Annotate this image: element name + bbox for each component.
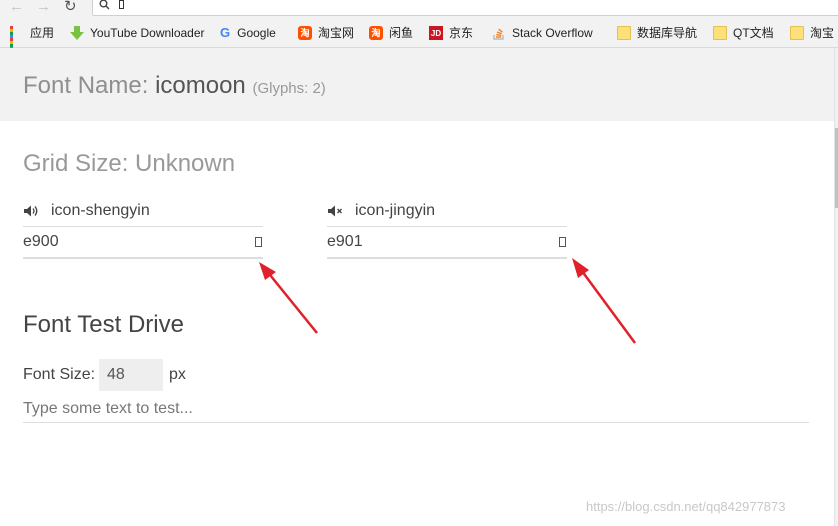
- glyph-card: icon-shengyin e900: [23, 196, 263, 259]
- mute-speaker-icon: [328, 205, 342, 217]
- forward-arrow-icon[interactable]: →: [36, 0, 51, 14]
- glyph-code: e901: [327, 233, 363, 250]
- bookmark-label: 闲鱼: [389, 26, 414, 40]
- red-arrow-icon: [259, 262, 318, 334]
- glyph-preview-icon: [559, 237, 566, 247]
- bookmark-label: 淘宝: [810, 26, 835, 40]
- red-arrow-icon: [572, 258, 637, 344]
- bookmark-label: 应用: [30, 26, 55, 40]
- bookmark-stackoverflow[interactable]: Stack Overflow: [492, 17, 593, 48]
- search-icon: [99, 0, 110, 10]
- bookmark-jd[interactable]: JD 京东: [429, 17, 473, 48]
- glyph-count: (Glyphs: 2): [252, 80, 326, 97]
- glyph-name: icon-shengyin: [51, 202, 150, 219]
- taobao-icon: 淘: [298, 25, 312, 40]
- font-name-label: Font Name:: [23, 72, 149, 99]
- bookmark-label: QT文档: [733, 26, 774, 40]
- glyph-preview-icon: [255, 237, 262, 247]
- bookmark-qt-docs[interactable]: QT文档: [713, 17, 774, 48]
- font-size-label: Font Size:: [23, 366, 96, 383]
- folder-icon: [790, 25, 804, 40]
- browser-toolbar: ← → ↻: [0, 0, 838, 17]
- bookmark-label: YouTube Downloader: [90, 25, 205, 40]
- section-title: Font Test Drive: [23, 311, 184, 338]
- bookmark-label: Google: [237, 25, 276, 40]
- font-size-input[interactable]: [99, 359, 164, 391]
- stackoverflow-icon: [493, 28, 504, 40]
- back-arrow-icon[interactable]: ←: [9, 0, 24, 14]
- glyph-code-field[interactable]: e900: [23, 227, 263, 259]
- font-size-row: Font Size: px: [23, 359, 186, 391]
- google-g-icon: G: [220, 25, 231, 40]
- bookmark-label: 淘宝网: [318, 26, 355, 40]
- speaker-icon: [24, 205, 38, 217]
- bookmarks-bar: 应用 YouTube Downloader G Google 淘 淘宝网 淘 闲…: [0, 17, 838, 53]
- folder-icon: [617, 25, 631, 40]
- bookmark-xianyu[interactable]: 淘 闲鱼: [369, 17, 413, 48]
- vertical-scrollbar[interactable]: [834, 48, 838, 526]
- watermark: https://blog.csdn.net/qq842977873: [586, 499, 786, 514]
- bookmark-taobao-folder[interactable]: 淘宝: [790, 17, 834, 48]
- folder-icon: [713, 25, 727, 40]
- bookmark-google[interactable]: G Google: [220, 17, 276, 48]
- page-icon: [119, 0, 124, 9]
- bookmark-db-nav[interactable]: 数据库导航: [617, 17, 697, 48]
- bookmark-apps[interactable]: 应用: [10, 17, 55, 53]
- bookmark-label: 数据库导航: [637, 26, 698, 40]
- download-arrow-icon: [70, 25, 84, 40]
- glyph-header: icon-jingyin: [327, 196, 567, 227]
- glyph-header: icon-shengyin: [23, 196, 263, 227]
- bookmark-label: Stack Overflow: [512, 25, 593, 40]
- glyph-name: icon-jingyin: [355, 202, 436, 219]
- address-bar[interactable]: [92, 0, 838, 16]
- font-name-value: icomoon: [155, 72, 246, 99]
- glyph-code-field[interactable]: e901: [327, 227, 567, 259]
- font-size-unit: px: [169, 366, 186, 383]
- test-text-input[interactable]: [23, 396, 809, 423]
- taobao-icon: 淘: [369, 25, 383, 40]
- glyph-code: e900: [23, 233, 59, 250]
- apps-grid-icon: [10, 25, 24, 53]
- grid-size-heading: Grid Size: Unknown: [23, 150, 236, 177]
- page-title: Font Name: icomoon (Glyphs: 2): [23, 72, 326, 100]
- glyph-card: icon-jingyin e901: [327, 196, 567, 259]
- reload-icon[interactable]: ↻: [64, 0, 77, 14]
- bookmark-youtube-downloader[interactable]: YouTube Downloader: [70, 17, 206, 48]
- bookmark-label: 京东: [449, 26, 474, 40]
- bookmark-taobao[interactable]: 淘 淘宝网: [298, 17, 354, 48]
- jd-icon: JD: [429, 25, 443, 40]
